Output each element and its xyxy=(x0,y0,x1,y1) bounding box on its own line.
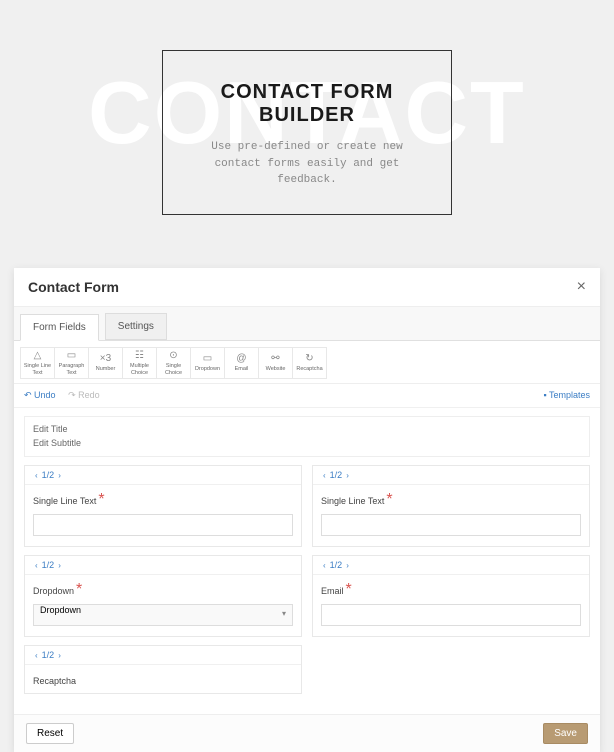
tool-website[interactable]: ⚯Website xyxy=(258,347,293,379)
field-block[interactable]: ‹1/2› Dropdown* Dropdown xyxy=(24,555,302,637)
field-block[interactable]: ‹ 1/2› Single Line Text* xyxy=(312,465,590,547)
edit-subtitle[interactable]: Edit Subtitle xyxy=(33,437,581,451)
tool-email[interactable]: @Email xyxy=(224,347,259,379)
radio-icon: ⊙ xyxy=(169,350,177,361)
field-size: 1/2 xyxy=(330,560,343,570)
tab-settings[interactable]: Settings xyxy=(105,313,167,340)
required-mark: * xyxy=(386,491,392,508)
reset-button[interactable]: Reset xyxy=(26,723,74,744)
field-size: 1/2 xyxy=(42,470,55,480)
field-block[interactable]: ‹ 1/2› Single Line Text* xyxy=(24,465,302,547)
tool-paragraph[interactable]: ▭Paragraph Text xyxy=(54,347,89,379)
list-icon: ☷ xyxy=(135,350,144,361)
chevron-right-icon[interactable]: › xyxy=(346,471,349,480)
tool-recaptcha[interactable]: ↻Recaptcha xyxy=(292,347,327,379)
hero-box: CONTACT FORM BUILDER Use pre-defined or … xyxy=(162,50,452,215)
field-label: Email xyxy=(321,586,344,596)
chevron-left-icon[interactable]: ‹ xyxy=(35,471,38,480)
save-button[interactable]: Save xyxy=(543,723,588,744)
field-block[interactable]: ‹ 1/2› Email* xyxy=(312,555,590,637)
hero-title: CONTACT FORM BUILDER xyxy=(203,81,411,127)
contact-form-modal: Contact Form × Form Fields Settings △Sin… xyxy=(14,268,600,752)
field-size: 1/2 xyxy=(330,470,343,480)
required-mark: * xyxy=(76,581,82,598)
field-label: Dropdown xyxy=(33,586,74,596)
text-input[interactable] xyxy=(321,514,581,536)
templates-button[interactable]: ▪ Templates xyxy=(543,390,590,401)
title-block[interactable]: Edit Title Edit Subtitle xyxy=(24,416,590,457)
tool-number[interactable]: ×3Number xyxy=(88,347,123,379)
email-input[interactable] xyxy=(321,604,581,626)
paragraph-icon: ▭ xyxy=(67,350,76,361)
chevron-right-icon[interactable]: › xyxy=(58,651,61,660)
text-icon: △ xyxy=(34,350,42,361)
chevron-right-icon[interactable]: › xyxy=(58,561,61,570)
tool-single-choice[interactable]: ⊙Single Choice xyxy=(156,347,191,379)
text-input[interactable] xyxy=(33,514,293,536)
field-toolbar: △Single Line Text ▭Paragraph Text ×3Numb… xyxy=(14,341,600,384)
chevron-right-icon[interactable]: › xyxy=(58,471,61,480)
dropdown-select[interactable]: Dropdown xyxy=(33,604,293,626)
field-label: Single Line Text xyxy=(33,496,96,506)
edit-title[interactable]: Edit Title xyxy=(33,423,581,437)
chevron-left-icon[interactable]: ‹ xyxy=(323,561,326,570)
hero-subtitle: Use pre-defined or create new contact fo… xyxy=(203,139,411,189)
close-icon[interactable]: × xyxy=(577,278,586,296)
chevron-left-icon[interactable]: ‹ xyxy=(323,471,326,480)
email-icon: @ xyxy=(236,353,246,364)
field-size: 1/2 xyxy=(42,650,55,660)
undo-button[interactable]: ↶ Undo xyxy=(24,390,56,400)
chevron-left-icon[interactable]: ‹ xyxy=(35,651,38,660)
field-label: Recaptcha xyxy=(33,676,76,686)
required-mark: * xyxy=(346,581,352,598)
refresh-icon: ↻ xyxy=(305,353,313,364)
tool-dropdown[interactable]: ▭Dropdown xyxy=(190,347,225,379)
field-block[interactable]: ‹ 1/2› Recaptcha xyxy=(24,645,302,694)
tool-single-line[interactable]: △Single Line Text xyxy=(20,347,55,379)
number-icon: ×3 xyxy=(100,353,111,364)
dropdown-icon: ▭ xyxy=(203,353,212,364)
required-mark: * xyxy=(98,491,104,508)
field-size: 1/2 xyxy=(42,560,55,570)
field-label: Single Line Text xyxy=(321,496,384,506)
tool-multiple-choice[interactable]: ☷Multiple Choice xyxy=(122,347,157,379)
redo-button: ↷ Redo xyxy=(68,390,100,400)
tab-form-fields[interactable]: Form Fields xyxy=(20,314,99,341)
chevron-left-icon[interactable]: ‹ xyxy=(35,561,38,570)
link-icon: ⚯ xyxy=(271,353,279,364)
chevron-right-icon[interactable]: › xyxy=(346,561,349,570)
modal-title: Contact Form xyxy=(28,279,119,295)
